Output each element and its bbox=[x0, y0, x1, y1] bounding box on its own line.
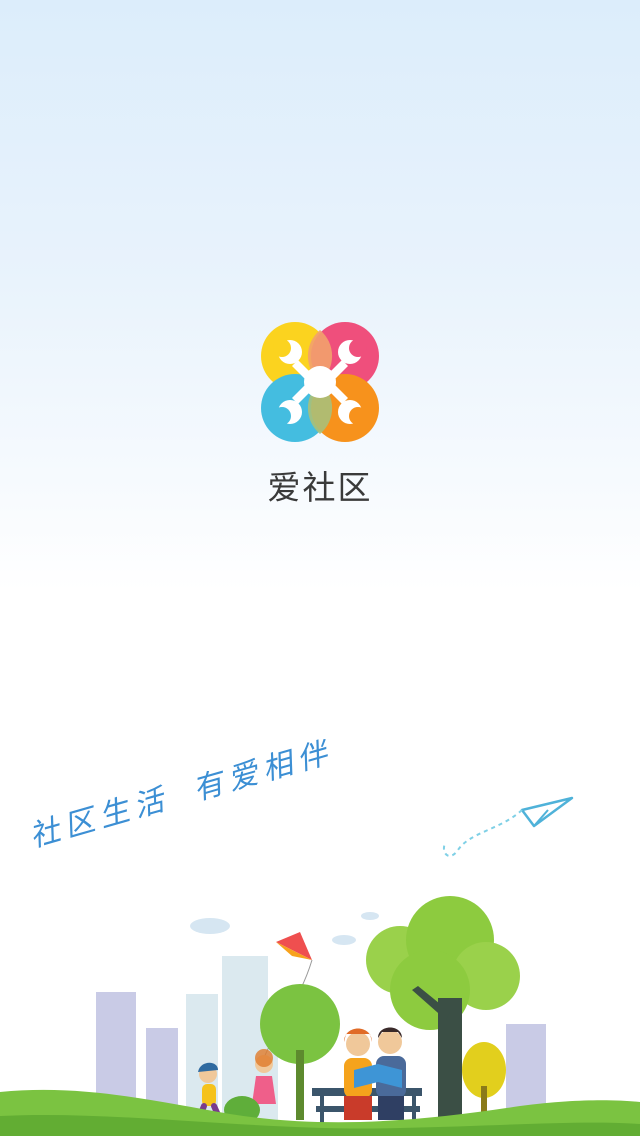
paper-plane-icon bbox=[442, 796, 574, 857]
four-people-circle-logo-icon bbox=[261, 322, 379, 442]
community-park-illustration bbox=[0, 796, 640, 1136]
app-logo bbox=[250, 318, 390, 448]
splash-screen: 爱社区 社区生活有爱相伴 bbox=[0, 0, 640, 1136]
app-name: 爱社区 bbox=[267, 468, 373, 507]
